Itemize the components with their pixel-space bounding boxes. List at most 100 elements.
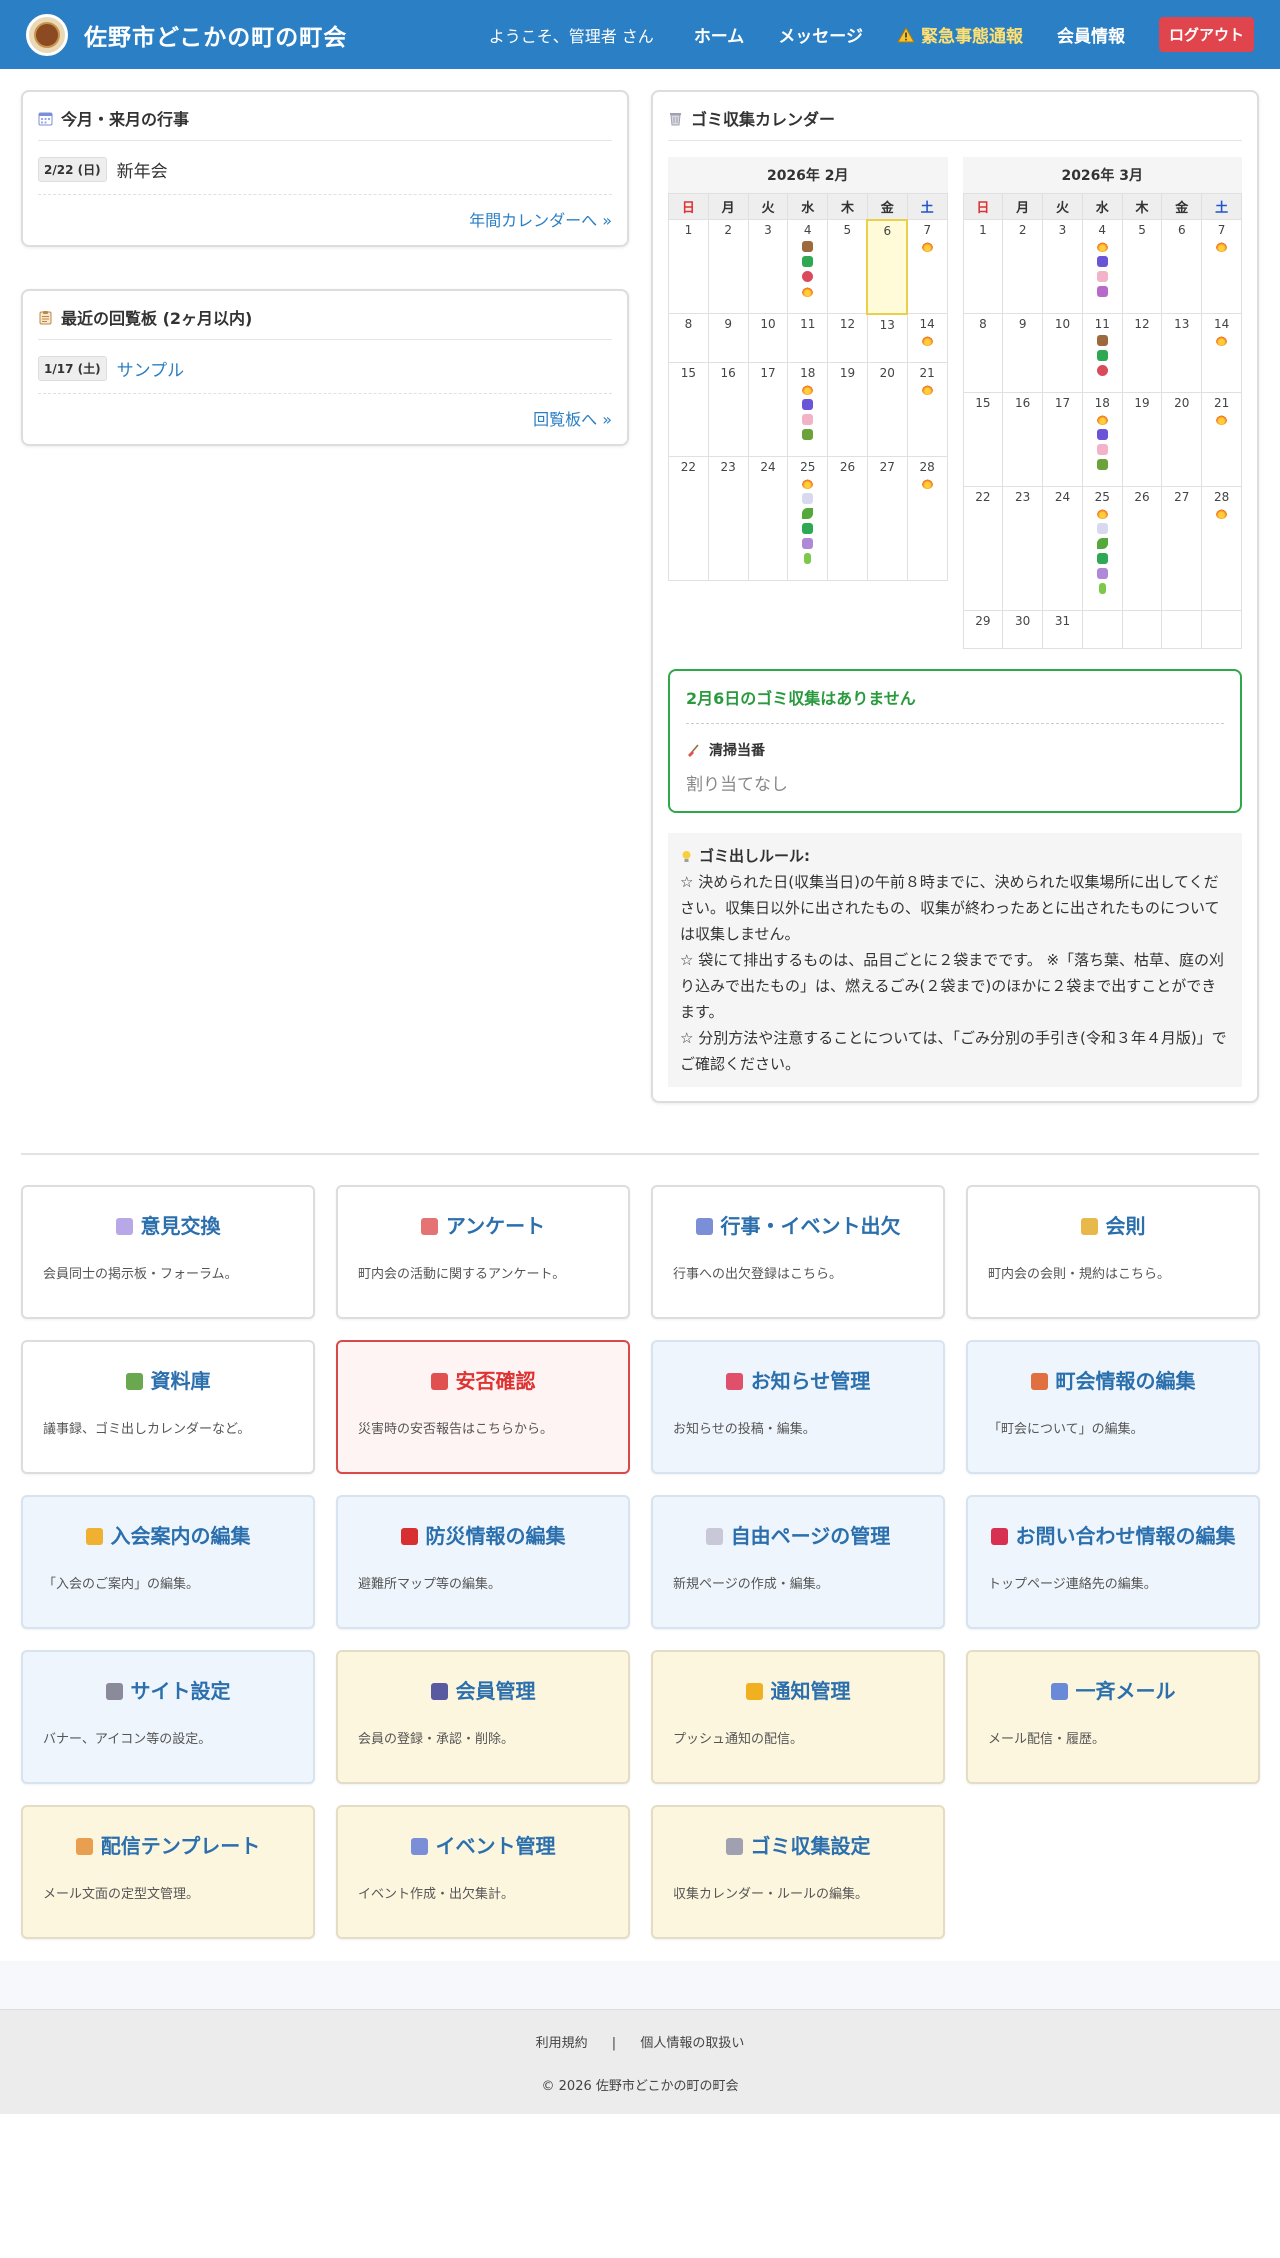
privacy-link[interactable]: 個人情報の取扱い <box>640 2036 744 2051</box>
megaphone-icon <box>725 1372 743 1390</box>
feature-tile-title[interactable]: イベント管理 <box>358 1829 608 1863</box>
today-garbage-status: 2月6日のゴミ収集はありません 清掃当番 割り当てなし <box>668 669 1242 813</box>
scissors-garbage-icon <box>802 271 814 282</box>
feature-tile[interactable]: ゴミ収集設定 収集カレンダー・ルールの編集。 <box>651 1805 945 1939</box>
event-item[interactable]: 2/22 (日) 新年会 <box>38 141 612 195</box>
calendar-day: 3 <box>747 219 789 314</box>
cloth-garbage-icon <box>802 256 814 267</box>
feature-tile-label: 会則 <box>1105 1214 1146 1238</box>
feature-tile[interactable]: アンケート 町内会の活動に関するアンケート。 <box>336 1185 630 1319</box>
page-icon <box>705 1527 723 1545</box>
calendar-day: 29 <box>962 610 1004 649</box>
nav-messages[interactable]: メッセージ <box>778 22 863 47</box>
day-number: 19 <box>1134 396 1150 410</box>
town-logo[interactable] <box>26 13 68 56</box>
feature-tile[interactable]: イベント管理 イベント作成・出欠集計。 <box>336 1805 630 1939</box>
feature-tile-title[interactable]: 町会情報の編集 <box>988 1364 1238 1398</box>
battery-garbage-icon <box>804 553 812 564</box>
calendar-day: 2 <box>1002 219 1044 314</box>
feature-tile[interactable]: 配信テンプレート メール文面の定型文管理。 <box>21 1805 315 1939</box>
feature-tile-title[interactable]: 会員管理 <box>358 1674 608 1708</box>
circular-board-link[interactable]: 回覧板へ » <box>38 394 612 430</box>
weekday-header: 金 <box>866 193 908 220</box>
calendar-day: 22 <box>668 456 709 581</box>
site-title[interactable]: 佐野市どこかの町の町会 <box>84 18 347 52</box>
weekday-header: 月 <box>1002 193 1044 220</box>
feature-tile-title[interactable]: 行事・イベント出欠 <box>673 1209 923 1243</box>
day-number: 17 <box>760 366 776 380</box>
feature-tile[interactable]: 会則 町内会の会則・規約はこちら。 <box>966 1185 1260 1319</box>
people-icon <box>430 1682 448 1700</box>
circular-board-panel: 最近の回覧板 (2ヶ月以内) 1/17 (土) サンプル 回覧板へ » <box>21 289 629 446</box>
feature-tile[interactable]: 会員管理 会員の登録・承認・削除。 <box>336 1650 630 1784</box>
day-number: 10 <box>1054 317 1071 331</box>
burn-garbage-icon <box>802 286 814 297</box>
glass-garbage-icon <box>802 429 814 440</box>
feature-tile-title[interactable]: 自由ページの管理 <box>673 1519 923 1553</box>
feature-tile-title[interactable]: アンケート <box>358 1209 608 1243</box>
box-garbage-icon <box>1096 335 1108 346</box>
day-number: 27 <box>879 460 895 474</box>
calendar-day: 20 <box>1161 392 1203 487</box>
feature-tile[interactable]: 通知管理プッシュ通知の配信。 <box>651 1650 945 1784</box>
feature-tile-description: 災害時の安否報告はこちらから。 <box>358 1422 554 1437</box>
day-number: 13 <box>1174 317 1190 331</box>
feature-tile-title[interactable]: ゴミ収集設定 <box>673 1829 923 1863</box>
feature-tile-title[interactable]: 配信テンプレート <box>43 1829 293 1863</box>
nav-member-info[interactable]: 会員情報 <box>1057 22 1125 47</box>
feature-tile[interactable]: 行事・イベント出欠 行事への出欠登録はこちら。 <box>651 1185 945 1319</box>
nav-emergency[interactable]: 緊急事態通報 <box>897 22 1023 47</box>
logout-button[interactable]: ログアウト <box>1158 17 1254 52</box>
day-number: 15 <box>975 396 991 410</box>
burn-garbage-icon <box>1216 508 1228 519</box>
burn-garbage-icon <box>921 384 933 395</box>
calendar-day <box>1121 610 1163 649</box>
feature-tile-title[interactable]: 防災情報の編集 <box>358 1519 608 1553</box>
feature-tile-description: プッシュ通知の配信。 <box>673 1732 804 1747</box>
site-footer: 利用規約 | 個人情報の取扱い © 2026 佐野市どこかの町の町会 <box>0 2009 1280 2114</box>
warning-icon <box>897 26 915 42</box>
burn-garbage-icon <box>921 335 933 346</box>
feature-tile-title[interactable]: 資料庫 <box>43 1364 293 1398</box>
garbage-calendars: 2026年 2月日月火水木金土 1 2 3 4 5 6 7 8 9 10 11 12 13 14 15 16 17… <box>668 157 1242 649</box>
cloth-garbage-icon <box>802 523 814 534</box>
feature-tile[interactable]: 一斉メール メール配信・履歴。 <box>966 1650 1260 1784</box>
feature-tile[interactable]: 防災情報の編集 避難所マップ等の編集。 <box>336 1495 630 1629</box>
footer-separator: | <box>611 2036 617 2051</box>
garbage-calendar-month: 2026年 2月日月火水木金土 1 2 3 4 5 6 7 8 9 10 11 12 13 14 15 16 17… <box>668 157 948 649</box>
board-title-link[interactable]: サンプル <box>117 356 185 381</box>
bottle-garbage-icon <box>1096 256 1108 267</box>
feature-tile-title[interactable]: 意見交換 <box>43 1209 293 1243</box>
feature-tile-label: イベント管理 <box>435 1834 556 1858</box>
board-item[interactable]: 1/17 (土) サンプル <box>38 340 612 394</box>
feature-tile[interactable]: 入会案内の編集 「入会のご案内」の編集。 <box>21 1495 315 1629</box>
feature-tile[interactable]: 自由ページの管理 新規ページの作成・編集。 <box>651 1495 945 1629</box>
feature-tile-title[interactable]: 安否確認 <box>358 1364 608 1398</box>
feature-tile-title[interactable]: 一斉メール <box>988 1674 1238 1708</box>
feature-tile-title[interactable]: サイト設定 <box>43 1674 293 1708</box>
feature-tile-title[interactable]: お知らせ管理 <box>673 1364 923 1398</box>
terms-link[interactable]: 利用規約 <box>536 2036 588 2051</box>
cloth-garbage-icon <box>1096 553 1108 564</box>
weekday-header: 火 <box>747 193 789 220</box>
nav-home[interactable]: ホーム <box>694 22 745 47</box>
feature-tile[interactable]: 資料庫 議事録、ゴミ出しカレンダーなど。 <box>21 1340 315 1474</box>
feature-tile[interactable]: 意見交換 会員同士の掲示板・フォーラム。 <box>21 1185 315 1319</box>
feature-tile[interactable]: 安否確認災害時の安否報告はこちらから。 <box>336 1340 630 1474</box>
feature-tile-label: 防災情報の編集 <box>425 1524 566 1548</box>
feature-tile-title[interactable]: 会則 <box>988 1209 1238 1243</box>
annual-calendar-link[interactable]: 年間カレンダーへ » <box>38 195 612 231</box>
mail-icon <box>1050 1682 1068 1700</box>
feature-tile-title[interactable]: 入会案内の編集 <box>43 1519 293 1553</box>
feature-tile[interactable]: お知らせ管理 お知らせの投稿・編集。 <box>651 1340 945 1474</box>
feature-tile-title[interactable]: 通知管理 <box>673 1674 923 1708</box>
calendar-grid: 日月火水木金土 1 2 3 4 5 6 7 8 9 10 11 12 13 14 15 16 17 18 19 20 21… <box>962 193 1243 649</box>
feature-tile[interactable]: サイト設定 バナー、アイコン等の設定。 <box>21 1650 315 1784</box>
day-number: 17 <box>1054 396 1071 410</box>
feature-tile[interactable]: 町会情報の編集 「町会について」の編集。 <box>966 1340 1260 1474</box>
feature-tile[interactable]: お問い合わせ情報の編集 トップページ連絡先の編集。 <box>966 1495 1260 1629</box>
feature-tile-title[interactable]: お問い合わせ情報の編集 <box>988 1519 1238 1553</box>
calendar-day: 1 <box>668 219 709 314</box>
feature-tile-label: 資料庫 <box>150 1369 211 1393</box>
footer-spacer <box>0 1961 1280 2009</box>
